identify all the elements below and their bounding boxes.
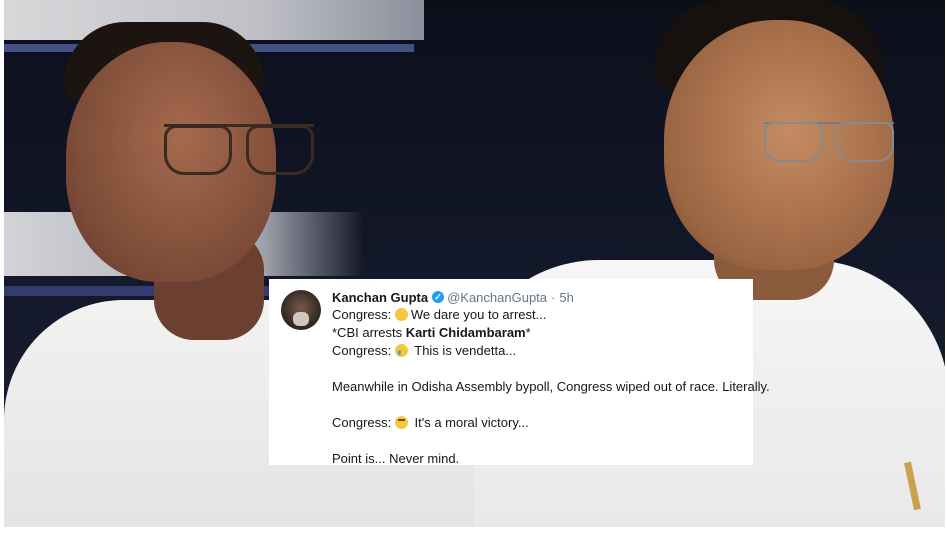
line-2-bold-name: Karti Chidambaram [405,325,526,340]
hands-over-mouth-emoji-icon [394,308,408,321]
tweet-line-6: Point is... Never mind. [332,451,460,466]
line-3-prefix: Congress: [332,343,392,358]
tweet-line-5: Congress: It's a moral victory... [332,414,747,432]
line-5-text: It's a moral victory... [414,415,529,430]
tweet-line-4: Meanwhile in Odisha Assembly bypoll, Con… [332,379,770,394]
crying-face-emoji-icon [394,344,408,357]
tweet-line-3: Congress: This is vendetta... [332,342,747,360]
line-5-prefix: Congress: [332,415,392,430]
avatar-beard [293,312,309,326]
header-separator: · [551,289,556,305]
tweet-line-2: *CBI arrests Karti Chidambaram* [332,324,747,342]
line-2-suffix: * [525,325,531,340]
tweet-body: Kanchan Gupta ✓ @KanchanGupta · 5h Congr… [332,288,770,468]
author-name[interactable]: Kanchan Gupta [332,290,428,305]
tweet-timestamp[interactable]: 5h [559,290,573,305]
left-person-glasses [164,124,314,175]
line-1-prefix: Congress: [332,307,392,322]
tweet-card: Kanchan Gupta ✓ @KanchanGupta · 5h Congr… [269,279,770,468]
line-3-text: This is vendetta... [414,343,517,358]
tweet-header: Kanchan Gupta ✓ @KanchanGupta · 5h [332,288,747,306]
author-avatar[interactable] [281,290,321,330]
author-handle[interactable]: @KanchanGupta [447,290,547,305]
right-person-glasses [764,122,894,164]
tweet-line-1: Congress: We dare you to arrest... [332,306,747,324]
line-2-prefix: *CBI arrests [332,325,406,340]
eye-roll-emoji-icon [394,416,408,429]
verified-badge-icon: ✓ [432,291,445,303]
line-1-text: We dare you to arrest... [410,307,547,322]
